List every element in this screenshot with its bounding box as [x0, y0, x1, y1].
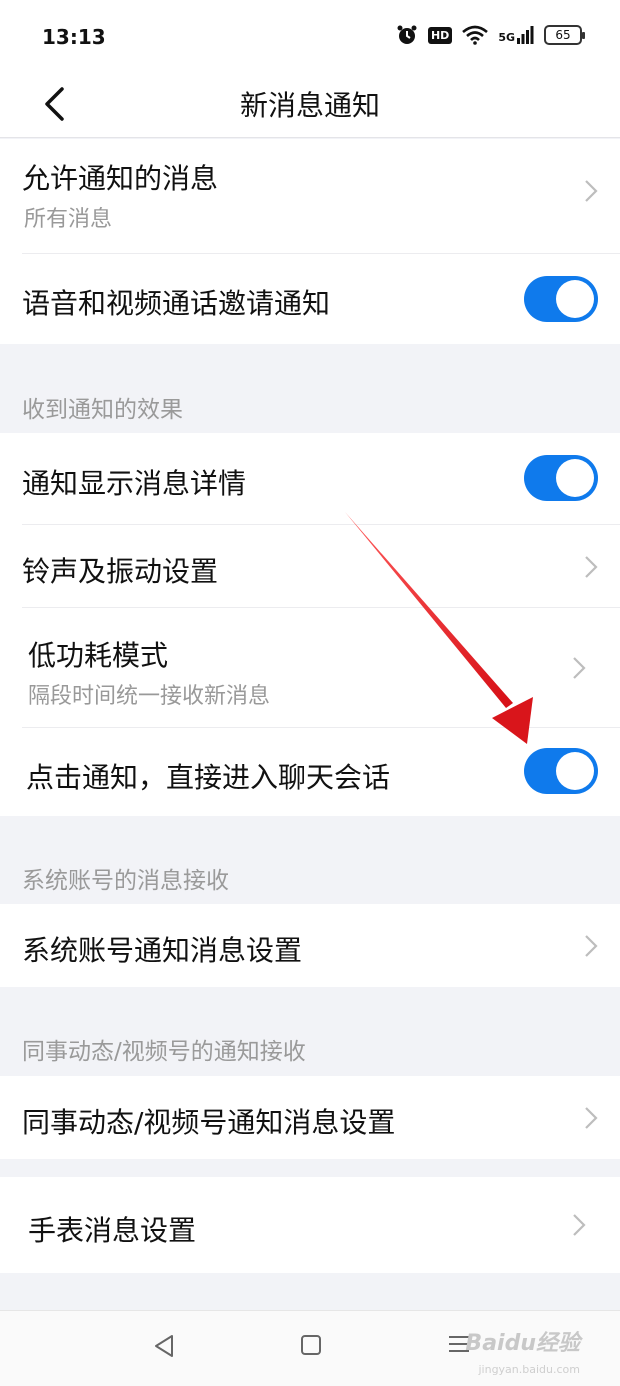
- section-title-effects: 收到通知的效果: [22, 397, 183, 423]
- show-details-row: 通知显示消息详情: [0, 433, 620, 524]
- watch-row[interactable]: 手表消息设置: [0, 1177, 620, 1273]
- nav-home-icon[interactable]: [300, 1333, 322, 1357]
- tap-to-chat-row: 点击通知，直接进入聊天会话: [0, 728, 620, 816]
- status-bar: 13:13 HD 5G 65: [0, 0, 620, 70]
- page-title: 新消息通知: [239, 89, 380, 122]
- chevron-right-icon: [585, 1107, 598, 1129]
- battery-icon: 65: [544, 25, 585, 45]
- colleague-video-label: 同事动态/视频号通知消息设置: [22, 1106, 396, 1139]
- system-account-row[interactable]: 系统账号通知消息设置: [0, 904, 620, 987]
- settings-group-colleague: 同事动态/视频号通知消息设置: [0, 1076, 620, 1159]
- chevron-right-icon: [585, 935, 598, 957]
- allowed-messages-label: 允许通知的消息: [22, 162, 219, 195]
- voice-video-invite-label: 语音和视频通话邀请通知: [22, 287, 331, 320]
- section-title-system: 系统账号的消息接收: [22, 868, 229, 894]
- status-time: 13:13: [42, 25, 106, 49]
- chevron-right-icon: [585, 556, 598, 578]
- status-icons: HD 5G 65: [396, 24, 585, 46]
- chevron-right-icon: [573, 1214, 586, 1236]
- chevron-right-icon: [573, 657, 586, 679]
- nav-back-icon[interactable]: [152, 1333, 176, 1359]
- settings-group-general: 允许通知的消息 所有消息 语音和视频通话邀请通知: [0, 139, 620, 344]
- network-type: 5G: [498, 31, 515, 44]
- show-details-toggle[interactable]: [524, 455, 598, 501]
- wifi-icon: [462, 25, 489, 45]
- voice-video-invite-toggle[interactable]: [524, 276, 598, 322]
- watermark-brand: Baidu经验: [465, 1331, 580, 1356]
- low-power-sub: 隔段时间统一接收新消息: [28, 684, 271, 709]
- voice-video-invite-row: 语音和视频通话邀请通知: [0, 254, 620, 344]
- low-power-label: 低功耗模式: [28, 639, 169, 672]
- tap-to-chat-toggle[interactable]: [524, 748, 598, 794]
- alarm-icon: [397, 25, 417, 44]
- watermark-site: jingyan.baidu.com: [478, 1363, 580, 1376]
- system-account-label: 系统账号通知消息设置: [22, 934, 303, 967]
- settings-group-watch: 手表消息设置: [0, 1177, 620, 1273]
- chevron-right-icon: [585, 180, 598, 202]
- toggle-knob: [556, 752, 594, 790]
- settings-group-effects: 通知显示消息详情 铃声及振动设置 低功耗模式 隔段时间统一接收新消息 点击通知，…: [0, 433, 620, 816]
- toggle-knob: [556, 459, 594, 497]
- top-nav-bar: 新消息通知: [0, 70, 620, 138]
- settings-group-system: 系统账号通知消息设置: [0, 904, 620, 987]
- tap-to-chat-label: 点击通知，直接进入聊天会话: [26, 761, 391, 794]
- watch-label: 手表消息设置: [28, 1214, 197, 1247]
- ringtone-row[interactable]: 铃声及振动设置: [0, 525, 620, 607]
- system-nav-bar: Baidu经验 jingyan.baidu.com: [0, 1310, 620, 1386]
- allowed-messages-row[interactable]: 允许通知的消息 所有消息: [0, 139, 620, 253]
- signal-bars-icon: [517, 26, 534, 44]
- colleague-video-row[interactable]: 同事动态/视频号通知消息设置: [0, 1076, 620, 1159]
- show-details-label: 通知显示消息详情: [22, 467, 247, 500]
- signal-icon: 5G: [498, 26, 534, 44]
- allowed-messages-value: 所有消息: [24, 207, 113, 232]
- ringtone-label: 铃声及振动设置: [22, 555, 219, 588]
- low-power-row[interactable]: 低功耗模式 隔段时间统一接收新消息: [0, 608, 620, 727]
- hd-icon: HD: [427, 26, 453, 44]
- section-title-colleague: 同事动态/视频号的通知接收: [22, 1039, 306, 1065]
- toggle-knob: [556, 280, 594, 318]
